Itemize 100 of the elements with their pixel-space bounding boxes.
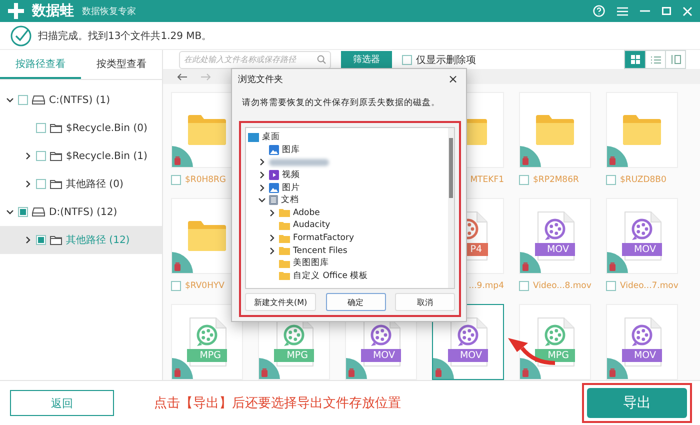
file-thumbnail[interactable] (519, 92, 591, 168)
folder-row[interactable]: 图片 (246, 181, 448, 194)
file-type-label: MOV (622, 349, 662, 362)
drive-icon (32, 207, 45, 217)
chevron-down-icon[interactable] (258, 196, 266, 204)
desktop-icon (248, 132, 259, 142)
view-mode-button[interactable] (625, 51, 645, 68)
view-tab[interactable]: 按类型查看 (81, 50, 162, 79)
chevron-down-icon[interactable] (6, 208, 14, 216)
chevron-right-icon[interactable] (24, 152, 32, 160)
folder-icon (279, 258, 290, 268)
app-subtitle: 数据恢复专家 (82, 6, 136, 18)
checkbox[interactable] (519, 175, 529, 185)
trash-icon (348, 368, 355, 377)
folder-icon (279, 271, 290, 280)
checkbox[interactable] (171, 175, 181, 185)
search-field[interactable]: 在此处输入文件名称或保存路径 (179, 50, 331, 68)
dialog-button[interactable]: 新建文件夹(M) (245, 293, 316, 311)
back-button[interactable]: 返回 (10, 390, 114, 416)
checkbox[interactable] (402, 54, 412, 64)
folder-icon (50, 123, 62, 133)
chevron-right-icon[interactable] (24, 180, 32, 188)
help-icon[interactable] (593, 5, 605, 17)
file-type-label: MOV (448, 349, 488, 362)
tree-label: $Recycle.Bin (1) (66, 150, 148, 162)
folder-label: FormatFactory (293, 233, 354, 244)
annotation-text: 点击【导出】后还要选择导出文件存放位置 (154, 395, 402, 412)
file-type-label: MPG (274, 349, 314, 362)
file-type-label: MOV (535, 243, 575, 256)
detail-view-icon (670, 55, 680, 64)
file-name: Video...7.mov (620, 281, 678, 291)
grid-icon (630, 55, 640, 64)
menu-icon[interactable] (617, 6, 628, 16)
checkbox[interactable] (18, 95, 28, 105)
file-thumbnail[interactable]: MOV (606, 198, 678, 274)
folder-icon (50, 179, 62, 189)
back-arrow-icon[interactable] (177, 72, 187, 80)
chevron-right-icon[interactable] (268, 208, 276, 217)
file-name: MTEKF1 (470, 175, 504, 185)
dialog-button[interactable]: 确定 (326, 293, 386, 311)
checkbox[interactable] (606, 281, 616, 291)
folder-row[interactable]: 视频 (246, 168, 448, 182)
checkbox[interactable] (606, 175, 616, 185)
close-icon[interactable] (683, 6, 692, 16)
file-name: $RUZD8B0 (620, 175, 666, 185)
checkbox[interactable] (36, 179, 46, 189)
checkbox[interactable] (36, 151, 46, 161)
folder-label: 视频 (282, 169, 300, 182)
chevron-right-icon[interactable] (24, 236, 32, 244)
drive-icon (32, 95, 45, 105)
folder-row[interactable]: 图库 (246, 144, 448, 156)
trash-icon (174, 368, 181, 377)
tree-row[interactable]: 其他路径 (0) (0, 170, 162, 198)
folder-icon (279, 208, 290, 218)
folder-label: 桌面 (262, 131, 280, 144)
file-name: $R0H8RG (185, 175, 226, 185)
file-thumbnail[interactable] (606, 92, 678, 168)
checkbox[interactable] (36, 123, 46, 133)
dialog-title: 浏览文件夹 (238, 74, 283, 86)
maximize-icon[interactable] (662, 7, 671, 15)
list-icon (650, 56, 660, 64)
file-name: $RV0HYV (185, 281, 224, 291)
folder-label: Audacity (293, 220, 330, 230)
trash-icon (435, 368, 442, 377)
filter-button[interactable]: 筛选器 (341, 50, 392, 68)
folder-icon (535, 114, 575, 146)
tree-label: 其他路径 (0) (66, 178, 124, 191)
tree-row[interactable]: C:(NTFS) (1) (0, 86, 162, 114)
trash-icon (174, 156, 181, 165)
checkbox[interactable] (18, 207, 28, 217)
file-type-label: MPG (535, 349, 575, 362)
folder-icon (279, 246, 290, 256)
tree-row[interactable]: $Recycle.Bin (1) (0, 142, 162, 170)
file-thumbnail[interactable]: MOV (519, 198, 591, 274)
document-icon (269, 195, 278, 206)
trash-icon (522, 368, 529, 377)
tree-row[interactable]: D:(NTFS) (12) (0, 198, 162, 226)
scrollbar[interactable] (448, 128, 454, 288)
file-type-label: MOV (622, 243, 662, 256)
minimize-icon[interactable] (640, 10, 650, 12)
folder-label: 美图图库 (293, 257, 329, 270)
tree-row[interactable]: $Recycle.Bin (0) (0, 114, 162, 142)
trash-icon (522, 156, 529, 165)
file-type-label: MPG (187, 349, 227, 362)
folder-label: 自定义 Office 模板 (293, 270, 368, 282)
dialog-button[interactable]: 取消 (395, 293, 455, 311)
file-thumbnail[interactable]: MOV (606, 304, 678, 380)
trash-icon (174, 262, 181, 271)
chevron-down-icon[interactable] (6, 96, 14, 104)
folder-row[interactable]: 桌面 (246, 131, 448, 144)
checkbox[interactable] (36, 235, 46, 245)
checkbox[interactable] (519, 281, 529, 291)
close-button[interactable]: × (446, 72, 460, 86)
search-icon (317, 55, 326, 64)
folder-label: Adobe (293, 208, 320, 218)
folder-icon (50, 151, 62, 161)
checkbox[interactable] (171, 281, 181, 291)
trash-icon (522, 262, 529, 271)
cross-logo-icon (8, 3, 24, 19)
folder-icon (622, 114, 662, 146)
